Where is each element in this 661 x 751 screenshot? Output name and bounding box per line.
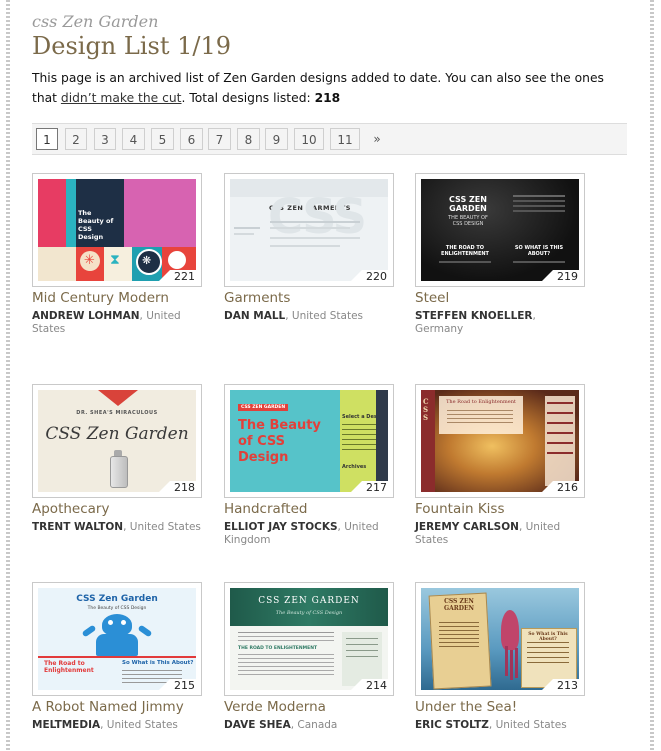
design-thumbnail-verde-moderna[interactable]: CSS ZEN GARDEN The Beauty of CSS Design … xyxy=(224,582,394,696)
designer-credit: DAN MALL, United States xyxy=(224,310,394,323)
design-name-link[interactable]: Under the Sea! xyxy=(415,699,517,715)
thumb-sub: The Beauty of CSS Design xyxy=(275,610,343,616)
design-name-link[interactable]: A Robot Named Jimmy xyxy=(32,699,184,715)
page-link-9[interactable]: 9 xyxy=(265,128,288,150)
thumb-archives: Archives xyxy=(342,464,367,470)
thumb-sub: The Beauty of CSS Design xyxy=(87,606,147,611)
page-link-5[interactable]: 5 xyxy=(151,128,174,150)
designer-name[interactable]: DAVE SHEA xyxy=(224,719,291,731)
designer-name[interactable]: ELLIOT JAY STOCKS xyxy=(224,521,338,533)
designer-country: , United States xyxy=(100,719,178,731)
design-number: 213 xyxy=(539,679,582,693)
designer-credit: JEREMY CARLSON, United States xyxy=(415,521,585,547)
designer-name[interactable]: JEREMY CARLSON xyxy=(415,521,519,533)
designer-credit: TRENT WALTON, United States xyxy=(32,521,202,534)
thumb-sub: So What is This About? xyxy=(528,632,568,642)
page-link-11[interactable]: 11 xyxy=(330,128,360,150)
design-number: 220 xyxy=(348,270,391,284)
site-brand[interactable]: css Zen Garden xyxy=(32,12,158,31)
thumb-road: THE ROAD TO ENLIGHTENMENT xyxy=(238,646,318,651)
designer-country: , United States xyxy=(488,719,567,731)
thumb-tag: CSS ZEN GARDEN xyxy=(238,404,289,411)
designer-name[interactable]: MELTMEDIA xyxy=(32,719,100,731)
design-number: 214 xyxy=(348,679,391,693)
designer-name[interactable]: DAN MALL xyxy=(224,310,285,322)
design-thumbnail-handcrafted[interactable]: CSS ZEN GARDEN The Beauty of CSS Design … xyxy=(224,384,394,498)
design-thumbnail-fountain-kiss[interactable]: C S S The Road to Enlightenment 216 xyxy=(415,384,585,498)
designer-credit: MELTMEDIA, United States xyxy=(32,719,202,732)
thumb-left: The Road to Enlightenment xyxy=(44,660,94,674)
designer-name[interactable]: TRENT WALTON xyxy=(32,521,123,533)
designer-country: , Canada xyxy=(290,719,338,731)
total-designs-count: 218 xyxy=(314,91,341,105)
thumb-kicker: DR. SHEA'S MIRACULOUS xyxy=(76,410,158,416)
page-link-3[interactable]: 3 xyxy=(94,128,116,150)
design-name-link[interactable]: Mid Century Modern xyxy=(32,290,169,306)
designer-name[interactable]: ANDREW LOHMAN xyxy=(32,310,140,322)
thumb-heading: The Beauty of CSS Design xyxy=(78,209,114,241)
thumb-right: So What is This About? xyxy=(122,660,194,666)
thumb-heading: CSS ZEN GARDEN xyxy=(449,195,487,213)
page-link-2[interactable]: 2 xyxy=(65,128,87,150)
intro-paragraph: This page is an archived list of Zen Gar… xyxy=(32,68,628,108)
page-link-1[interactable]: 1 xyxy=(36,128,58,150)
didnt-make-the-cut-link[interactable]: didn’t make the cut xyxy=(61,91,182,105)
thumb-heading: The Road to Enlightenment xyxy=(446,399,516,405)
left-dotted-border xyxy=(6,0,10,751)
page-link-7[interactable]: 7 xyxy=(208,128,231,150)
design-name-link[interactable]: Fountain Kiss xyxy=(415,501,505,517)
designer-credit: ANDREW LOHMAN, United States xyxy=(32,310,202,336)
designer-name[interactable]: STEFFEN KNOELLER xyxy=(415,310,533,322)
design-number: 221 xyxy=(156,270,199,284)
design-number: 218 xyxy=(156,481,199,495)
design-name-link[interactable]: Steel xyxy=(415,290,449,306)
design-name-link[interactable]: Handcrafted xyxy=(224,501,307,517)
thumb-heading: CSS Zen Garden xyxy=(76,594,158,604)
pagination: 1 2 3 4 5 6 7 8 9 10 11 » xyxy=(32,123,627,155)
thumb-heading: The Beauty of CSS Design xyxy=(238,418,321,465)
page-link-8[interactable]: 8 xyxy=(237,128,260,150)
page-link-4[interactable]: 4 xyxy=(122,128,145,150)
designer-credit: DAVE SHEA, Canada xyxy=(224,719,394,732)
designer-country: , United States xyxy=(285,310,364,322)
design-number: 216 xyxy=(539,481,582,495)
thumb-right: SO WHAT IS THIS ABOUT? xyxy=(514,245,564,257)
designer-country: , United States xyxy=(123,521,201,533)
thumb-heading: CSS ZEN GARDEN xyxy=(443,598,475,612)
intro-after: . Total designs listed: xyxy=(181,91,315,105)
design-thumbnail-mid-century-modern[interactable]: The Beauty of CSS Design ✳ ⧗ ❋ 221 xyxy=(32,173,202,287)
design-name-link[interactable]: Verde Moderna xyxy=(224,699,326,715)
right-dotted-border xyxy=(650,0,654,751)
thumb-heading: CSS Zen Garden xyxy=(45,424,189,444)
page-link-10[interactable]: 10 xyxy=(294,128,324,150)
page-title: Design List 1/19 xyxy=(32,32,231,60)
design-number: 215 xyxy=(156,679,199,693)
design-thumbnail-steel[interactable]: CSS ZEN GARDEN THE BEAUTY OF CSS DESIGN … xyxy=(415,173,585,287)
design-number: 217 xyxy=(348,481,391,495)
designer-credit: STEFFEN KNOELLER, Germany xyxy=(415,310,585,336)
page-link-6[interactable]: 6 xyxy=(180,128,203,150)
thumb-left: THE ROAD TO ENLIGHTENMENT xyxy=(441,245,489,257)
designer-name[interactable]: ERIC STOLTZ xyxy=(415,719,489,731)
thumb-heading: CSS ZEN GARDEN xyxy=(258,596,360,606)
design-name-link[interactable]: Garments xyxy=(224,290,290,306)
design-thumbnail-garments[interactable]: CSS ZEN GARMENTS CSS 220 xyxy=(224,173,394,287)
design-number: 219 xyxy=(539,270,582,284)
design-name-link[interactable]: Apothecary xyxy=(32,501,109,517)
designer-credit: ERIC STOLTZ, United States xyxy=(415,719,585,732)
design-thumbnail-under-the-sea[interactable]: CSS ZEN GARDEN So What is This About? 21… xyxy=(415,582,585,696)
next-page-link[interactable]: » xyxy=(366,128,388,150)
design-thumbnail-a-robot-named-jimmy[interactable]: CSS Zen Garden The Beauty of CSS Design … xyxy=(32,582,202,696)
designer-credit: ELLIOT JAY STOCKS, United Kingdom xyxy=(224,521,384,547)
design-thumbnail-apothecary[interactable]: DR. SHEA'S MIRACULOUS CSS Zen Garden 218 xyxy=(32,384,202,498)
thumb-sub: THE BEAUTY OF CSS DESIGN xyxy=(448,215,488,227)
